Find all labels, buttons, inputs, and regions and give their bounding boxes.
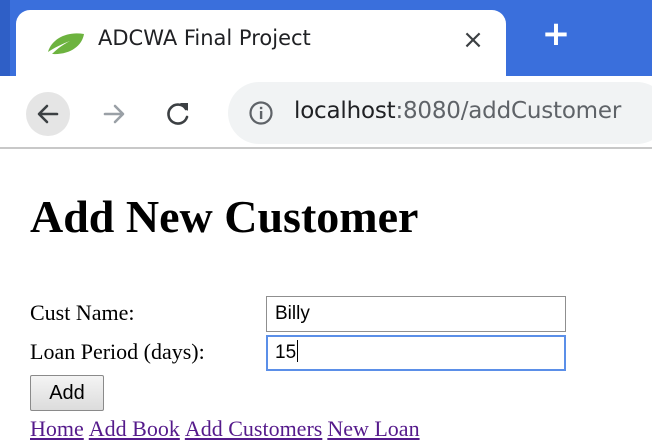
add-button[interactable]: Add — [30, 375, 104, 411]
browser-tab[interactable]: ADCWA Final Project × — [16, 10, 506, 76]
reload-icon — [167, 103, 189, 125]
loan-period-label: Loan Period (days): — [30, 339, 205, 364]
close-tab-icon[interactable]: × — [459, 24, 487, 56]
toolbar-divider — [0, 147, 652, 149]
back-button[interactable] — [26, 92, 70, 136]
tab-strip: ADCWA Final Project × + — [0, 0, 652, 76]
loan-period-input[interactable]: 15 — [266, 335, 566, 371]
nav-link-new-loan[interactable]: New Loan — [327, 416, 419, 441]
info-icon[interactable] — [248, 100, 274, 126]
address-bar[interactable]: localhost:8080/addCustomer — [228, 82, 652, 144]
nav-link-home[interactable]: Home — [30, 416, 84, 441]
nav-link-add-customers[interactable]: Add Customers — [185, 416, 323, 441]
nav-link-add-book[interactable]: Add Book — [89, 416, 180, 441]
url-path: :8080/addCustomer — [395, 98, 622, 124]
url-host: localhost — [294, 98, 396, 124]
url-text[interactable]: localhost:8080/addCustomer — [294, 98, 621, 124]
tab-title: ADCWA Final Project — [98, 26, 311, 50]
browser-toolbar: localhost:8080/addCustomer — [0, 76, 652, 148]
loan-period-value: 15 — [275, 342, 297, 363]
new-tab-button[interactable]: + — [536, 16, 576, 56]
text-caret — [297, 340, 299, 362]
page-title: Add New Customer — [30, 191, 419, 242]
cust-name-value: Billy — [275, 303, 310, 324]
spring-leaf-icon — [48, 33, 84, 55]
reload-button[interactable] — [156, 92, 200, 136]
forward-button[interactable] — [92, 92, 136, 136]
cust-name-input[interactable]: Billy — [266, 296, 566, 332]
back-arrow-icon — [37, 104, 59, 124]
nav-links: Home Add Book Add Customers New Loan — [30, 416, 425, 442]
cust-name-label: Cust Name: — [30, 300, 135, 325]
tab-strip-edge — [0, 0, 10, 76]
forward-arrow-icon — [103, 104, 125, 124]
